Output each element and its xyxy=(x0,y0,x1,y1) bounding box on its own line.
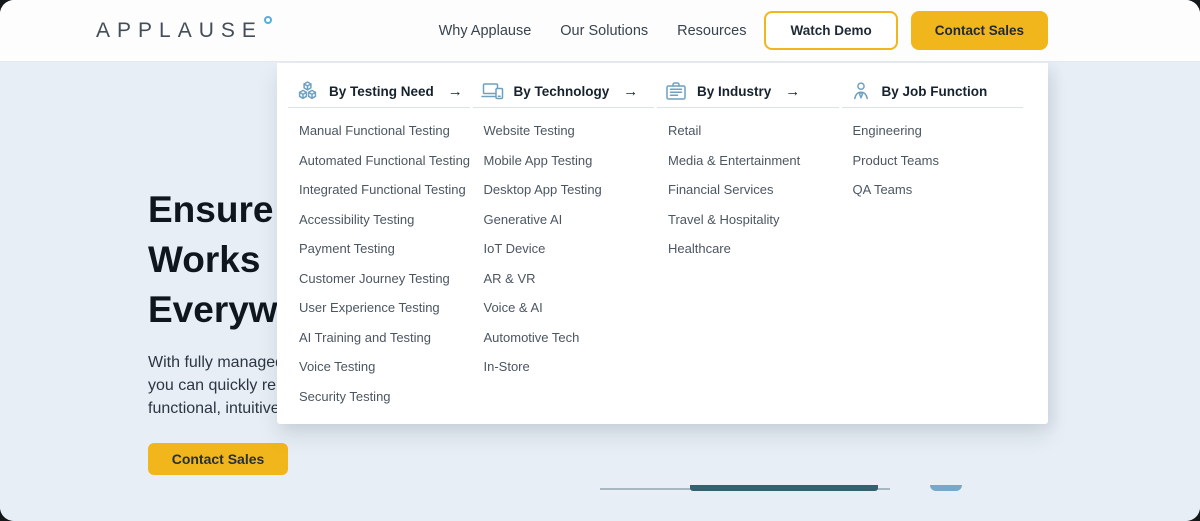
menu-item[interactable]: Website Testing xyxy=(473,116,655,146)
menu-item[interactable]: Manual Functional Testing xyxy=(288,116,470,146)
menu-item[interactable]: Desktop App Testing xyxy=(473,175,655,205)
hero-paragraph-line: you can quickly rel xyxy=(148,374,284,397)
column-title: By Testing Need xyxy=(329,84,434,99)
menu-item[interactable]: User Experience Testing xyxy=(288,293,470,323)
hero-heading-line: Everyw xyxy=(148,285,278,335)
logo-ring-icon xyxy=(264,16,272,24)
menu-item[interactable]: Healthcare xyxy=(657,234,839,264)
technology-items: Website TestingMobile App TestingDesktop… xyxy=(473,116,655,382)
column-title: By Job Function xyxy=(882,84,988,99)
watch-demo-button[interactable]: Watch Demo xyxy=(764,11,897,51)
menu-item[interactable]: Financial Services xyxy=(657,175,839,205)
applause-logo[interactable]: APPLAUSE xyxy=(96,20,272,41)
menu-item[interactable]: Product Teams xyxy=(842,146,1024,176)
hero-heading-line: Works xyxy=(148,235,278,285)
by-technology-header[interactable]: By Technology → xyxy=(473,75,655,108)
menu-item[interactable]: Engineering xyxy=(842,116,1024,146)
hero-paragraph-line: With fully managed xyxy=(148,351,284,374)
by-job-function-header[interactable]: By Job Function xyxy=(842,75,1024,108)
menu-item[interactable]: Generative AI xyxy=(473,205,655,235)
menu-item[interactable]: Automotive Tech xyxy=(473,323,655,353)
solutions-mega-menu: By Testing Need → Manual Functional Test… xyxy=(277,63,1048,424)
menu-item[interactable]: AR & VR xyxy=(473,264,655,294)
menu-item[interactable]: QA Teams xyxy=(842,175,1024,205)
arrow-right-icon: → xyxy=(448,83,463,100)
mega-menu-column-technology: By Technology → Website TestingMobile Ap… xyxy=(473,75,655,424)
hero-paragraph: With fully managed you can quickly rel f… xyxy=(148,351,284,420)
hero-heading: Ensure Works Everyw xyxy=(148,185,278,335)
applause-homepage: Ensure Works Everyw With fully managed y… xyxy=(0,0,1200,521)
nav-link-our-solutions[interactable]: Our Solutions xyxy=(560,23,648,39)
nav-link-why-applause[interactable]: Why Applause xyxy=(439,23,532,39)
cubes-icon xyxy=(295,79,320,103)
menu-item[interactable]: Travel & Hospitality xyxy=(657,205,839,235)
menu-item[interactable]: Security Testing xyxy=(288,382,470,412)
menu-item[interactable]: AI Training and Testing xyxy=(288,323,470,353)
hero-contact-sales-button[interactable]: Contact Sales xyxy=(148,443,288,475)
mega-menu-column-job-function: By Job Function EngineeringProduct Teams… xyxy=(842,75,1024,424)
menu-item[interactable]: In-Store xyxy=(473,352,655,382)
menu-item[interactable]: Integrated Functional Testing xyxy=(288,175,470,205)
hero-paragraph-line: functional, intuitive xyxy=(148,397,284,420)
contact-sales-button[interactable]: Contact Sales xyxy=(911,11,1048,51)
nav-links: Why Applause Our Solutions Resources xyxy=(439,23,747,39)
by-industry-header[interactable]: By Industry → xyxy=(657,75,839,108)
hero-illustration-laptop-sliver xyxy=(690,485,878,491)
devices-icon xyxy=(480,79,505,103)
top-navbar: APPLAUSE Why Applause Our Solutions Reso… xyxy=(0,0,1200,62)
column-title: By Industry xyxy=(697,84,771,99)
menu-item[interactable]: Voice & AI xyxy=(473,293,655,323)
arrow-right-icon: → xyxy=(785,83,800,100)
menu-item[interactable]: Automated Functional Testing xyxy=(288,146,470,176)
arrow-right-icon: → xyxy=(623,83,638,100)
menu-item[interactable]: Media & Entertainment xyxy=(657,146,839,176)
logo-wordmark: APPLAUSE xyxy=(96,20,263,41)
industry-items: RetailMedia & EntertainmentFinancial Ser… xyxy=(657,116,839,264)
by-testing-need-header[interactable]: By Testing Need → xyxy=(288,75,470,108)
menu-item[interactable]: IoT Device xyxy=(473,234,655,264)
menu-item[interactable]: Voice Testing xyxy=(288,352,470,382)
nav-link-resources[interactable]: Resources xyxy=(677,23,746,39)
mega-menu-column-testing-need: By Testing Need → Manual Functional Test… xyxy=(288,75,470,424)
column-title: By Technology xyxy=(514,84,610,99)
testing-need-items: Manual Functional TestingAutomated Funct… xyxy=(288,116,470,411)
menu-item[interactable]: Mobile App Testing xyxy=(473,146,655,176)
mega-menu-column-industry: By Industry → RetailMedia & Entertainmen… xyxy=(657,75,839,424)
hero-heading-line: Ensure xyxy=(148,185,278,235)
job-function-items: EngineeringProduct TeamsQA Teams xyxy=(842,116,1024,205)
briefcase-icon xyxy=(664,79,688,103)
hero-illustration-dot-sliver xyxy=(930,485,962,491)
person-icon xyxy=(849,79,873,103)
menu-item[interactable]: Retail xyxy=(657,116,839,146)
menu-item[interactable]: Payment Testing xyxy=(288,234,470,264)
menu-item[interactable]: Customer Journey Testing xyxy=(288,264,470,294)
menu-item[interactable]: Accessibility Testing xyxy=(288,205,470,235)
